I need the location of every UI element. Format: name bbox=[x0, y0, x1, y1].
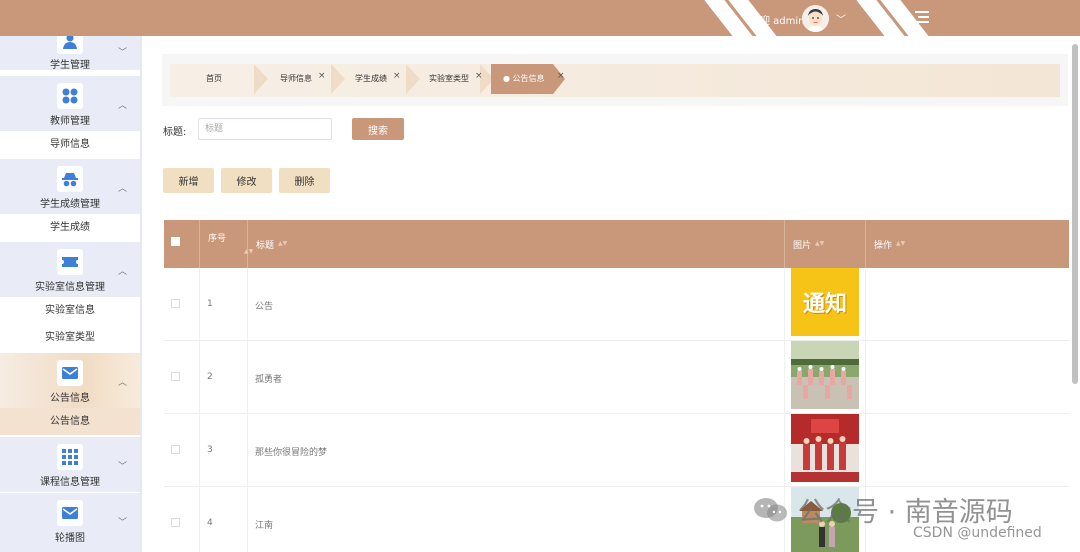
sidebar-group-label: 教师管理 bbox=[50, 116, 90, 127]
avatar[interactable] bbox=[802, 5, 829, 32]
header-checkbox-cell bbox=[164, 220, 200, 268]
row-index: 3 bbox=[207, 445, 213, 455]
chevron-down-icon: ﹀ bbox=[118, 518, 128, 528]
sidebar-group-carousel[interactable]: 轮播图 ﹀ bbox=[0, 493, 140, 552]
row-index: 4 bbox=[207, 518, 213, 528]
sidebar-group-notice[interactable]: 公告信息 ︿ bbox=[0, 353, 140, 408]
close-icon[interactable]: × bbox=[551, 64, 565, 94]
sidebar-group-label: 公告信息 bbox=[50, 393, 90, 404]
row-checkbox[interactable] bbox=[171, 372, 180, 381]
vertical-scrollbar[interactable] bbox=[1072, 44, 1078, 384]
chevron-up-icon: ︿ bbox=[118, 267, 128, 277]
row-index: 2 bbox=[207, 372, 213, 382]
breadcrumb-separator bbox=[254, 64, 268, 94]
row-title: 孤勇者 bbox=[255, 375, 283, 385]
wechat-icon bbox=[754, 498, 787, 522]
column-image[interactable]: 图片 ▲▼ bbox=[785, 220, 866, 268]
sidebar-group-lab[interactable]: 实验室信息管理 ︿ bbox=[0, 242, 140, 297]
sort-icon[interactable]: ▲▼ bbox=[278, 240, 287, 247]
sidebar-group-course[interactable]: 课程信息管理 ﹀ bbox=[0, 437, 140, 492]
sidebar-item-lab-type[interactable]: 实验室类型 bbox=[0, 324, 140, 351]
top-bar: 欢迎 admin ﹀ bbox=[0, 0, 1080, 36]
sidebar-group-score[interactable]: 学生成绩管理 ︿ bbox=[0, 159, 140, 214]
search-button[interactable]: 搜索 bbox=[352, 118, 404, 140]
sidebar-item-notice[interactable]: 公告信息 bbox=[0, 408, 140, 435]
table-row[interactable]: 1 公告 通知 bbox=[164, 268, 1069, 341]
grid-dots-icon bbox=[57, 83, 83, 109]
mail-icon bbox=[57, 500, 83, 526]
sidebar-group-label: 课程信息管理 bbox=[40, 477, 100, 488]
row-checkbox[interactable] bbox=[171, 299, 180, 308]
table-row[interactable]: 3 那些你很冒险的梦 bbox=[164, 414, 1069, 487]
column-index[interactable]: 序号 ▲▼ bbox=[200, 220, 253, 268]
sidebar-group-label: 学生管理 bbox=[50, 60, 90, 71]
notice-image[interactable] bbox=[791, 414, 859, 482]
column-title[interactable]: 标题 ▲▼ bbox=[248, 220, 785, 268]
sidebar-item-score[interactable]: 学生成绩 bbox=[0, 214, 140, 241]
sidebar-group-label: 轮播图 bbox=[55, 533, 85, 544]
table-row[interactable]: 2 孤勇者 bbox=[164, 341, 1069, 414]
photo-dancers-image bbox=[791, 341, 859, 409]
title-search-input[interactable] bbox=[198, 118, 332, 140]
tab-notice[interactable]: ● 公告信息 bbox=[491, 64, 553, 94]
tab-teacher-info[interactable]: 导师信息 × bbox=[280, 64, 326, 94]
watermark-csdn: CSDN @undefined bbox=[913, 525, 1042, 541]
breadcrumb-separator bbox=[331, 64, 345, 94]
chevron-up-icon: ︿ bbox=[118, 184, 128, 194]
sort-icon[interactable]: ▲▼ bbox=[896, 240, 905, 247]
row-checkbox[interactable] bbox=[171, 518, 180, 527]
sidebar-item-lab-info[interactable]: 实验室信息 bbox=[0, 297, 140, 324]
close-icon[interactable]: × bbox=[475, 71, 483, 81]
chevron-up-icon: ︿ bbox=[118, 378, 128, 388]
chevron-down-icon: ﹀ bbox=[118, 48, 128, 58]
notice-image[interactable]: 通知 bbox=[791, 268, 859, 336]
breadcrumb-separator bbox=[406, 64, 420, 94]
select-all-checkbox[interactable] bbox=[171, 237, 180, 246]
notice-image-text: 通知 bbox=[802, 291, 847, 317]
sort-icon[interactable]: ▲▼ bbox=[815, 240, 824, 247]
tab-score[interactable]: 学生成绩 × bbox=[355, 64, 401, 94]
close-icon[interactable]: × bbox=[393, 71, 401, 81]
apps-icon bbox=[57, 444, 83, 470]
sidebar-item-teacher-info[interactable]: 导师信息 bbox=[0, 131, 140, 158]
welcome-text: 欢迎 admin bbox=[750, 16, 805, 27]
spy-icon bbox=[57, 166, 83, 192]
watermark-official-account: 公众号 · 南音源码 bbox=[798, 497, 1013, 528]
edit-button[interactable]: 修改 bbox=[221, 168, 272, 193]
row-title: 那些你很冒险的梦 bbox=[255, 448, 328, 458]
chevron-up-icon: ︿ bbox=[118, 101, 128, 111]
sidebar-group-label: 实验室信息管理 bbox=[35, 282, 105, 293]
chevron-down-icon[interactable]: ﹀ bbox=[836, 11, 846, 26]
menu-fold-icon[interactable] bbox=[915, 11, 929, 23]
sidebar-group-label: 学生成绩管理 bbox=[40, 199, 100, 210]
sidebar-group-teacher[interactable]: 教师管理 ︿ bbox=[0, 76, 140, 131]
user-icon bbox=[57, 36, 83, 54]
sidebar: 学生管理 ﹀ 教师管理 ︿ 导师信息 学生成绩管理 ︿ 学生成绩 实验室信息管理… bbox=[0, 36, 142, 552]
close-icon[interactable]: × bbox=[318, 71, 326, 81]
add-button[interactable]: 新增 bbox=[163, 168, 214, 193]
search-label: 标题: bbox=[163, 127, 187, 138]
notice-image[interactable] bbox=[791, 341, 859, 409]
table-header: 序号 ▲▼ 标题 ▲▼ 图片 ▲▼ 操作 ▲▼ bbox=[164, 220, 1069, 268]
row-checkbox[interactable] bbox=[171, 445, 180, 454]
sidebar-group-student[interactable]: 学生管理 ﹀ bbox=[0, 36, 140, 71]
tab-lab-type[interactable]: 实验室类型 × bbox=[429, 64, 483, 94]
chevron-down-icon: ﹀ bbox=[118, 462, 128, 472]
tab-home[interactable]: 首页 bbox=[206, 64, 222, 94]
row-title: 江南 bbox=[255, 521, 274, 531]
mail-icon bbox=[57, 360, 83, 386]
row-index: 1 bbox=[207, 299, 213, 309]
column-actions: 操作 ▲▼ bbox=[874, 240, 906, 251]
avatar-face-icon bbox=[802, 5, 829, 32]
ticket-icon bbox=[57, 249, 83, 275]
row-title: 公告 bbox=[255, 302, 274, 312]
delete-button[interactable]: 删除 bbox=[279, 168, 330, 193]
photo-stage-image bbox=[791, 414, 859, 482]
